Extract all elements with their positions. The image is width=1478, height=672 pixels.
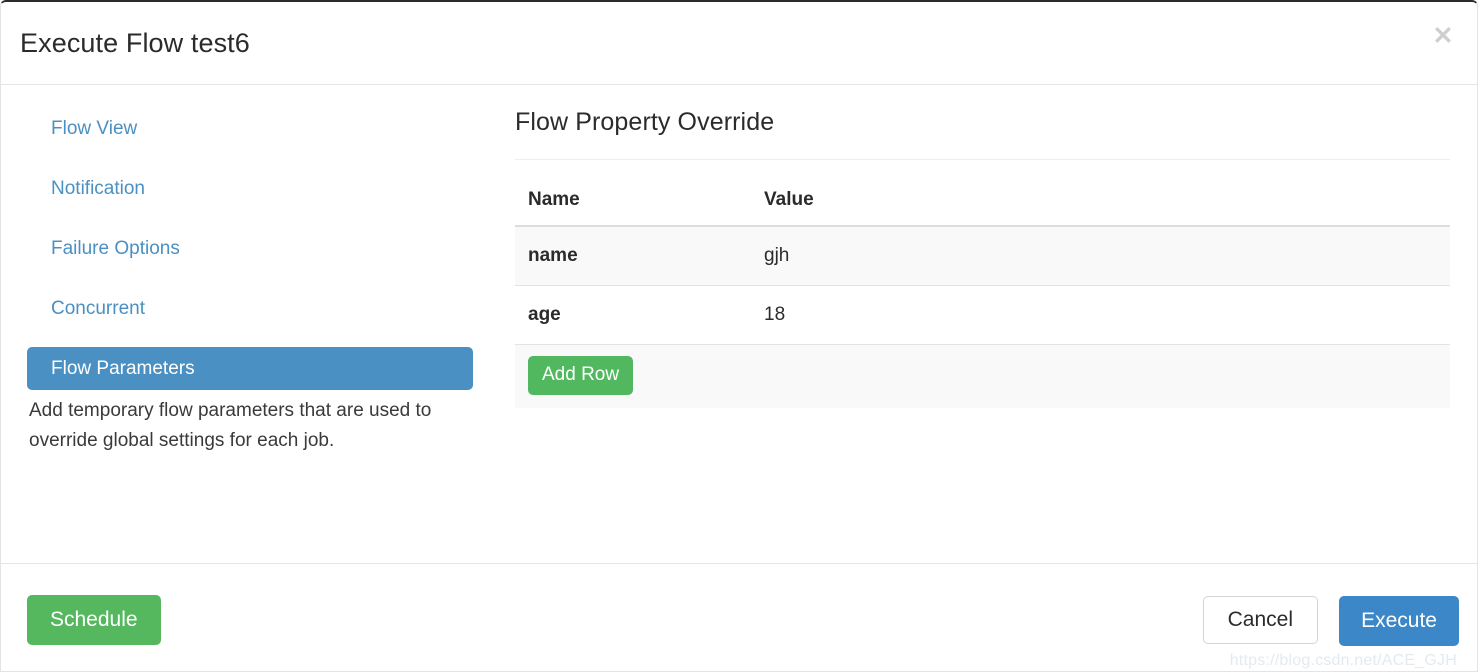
table-header: Name Value [515, 160, 1450, 227]
panel-title: Flow Property Override [515, 108, 775, 136]
watermark-text: https://blog.csdn.net/ACE_GJH [1229, 652, 1457, 669]
add-row-cell: Add Row [515, 344, 1450, 408]
param-name-cell[interactable]: age [515, 285, 751, 345]
add-row-button[interactable]: Add Row [528, 356, 634, 395]
table-row[interactable]: name gjh [515, 226, 1450, 286]
table-row[interactable]: age 18 [515, 285, 1450, 345]
sidebar-item-concurrent[interactable]: Concurrent [27, 287, 473, 330]
settings-sidebar: Flow View Notification Failure Options C… [27, 107, 473, 456]
table-body: name gjh age 18 [515, 226, 1450, 345]
column-header-name: Name [515, 160, 751, 227]
dialog-header: Execute Flow test6 ✕ [1, 2, 1477, 85]
table-header-row: Name Value [515, 160, 1450, 227]
param-value-cell[interactable]: gjh [751, 226, 1450, 286]
param-name-cell[interactable]: name [515, 226, 751, 286]
flow-property-override-panel: Flow Property Override Name Value name g… [515, 107, 1450, 408]
sidebar-description: Add temporary flow parameters that are u… [29, 400, 432, 451]
dialog-body: Flow View Notification Failure Options C… [1, 85, 1477, 563]
cancel-button[interactable]: Cancel [1202, 596, 1318, 644]
dialog-footer: Schedule Cancel Execute https://blog.csd… [1, 563, 1477, 671]
param-value-cell[interactable]: 18 [751, 285, 1450, 345]
flow-parameters-table: Name Value name gjh age 18 Add Row [515, 160, 1450, 408]
close-icon[interactable]: ✕ [1428, 21, 1458, 51]
table-footer: Add Row [515, 344, 1450, 408]
schedule-button[interactable]: Schedule [27, 595, 161, 645]
sidebar-item-notification[interactable]: Notification [27, 167, 473, 210]
sidebar-item-flow-view[interactable]: Flow View [27, 107, 473, 150]
execute-button[interactable]: Execute [1339, 596, 1459, 646]
execute-flow-dialog: Execute Flow test6 ✕ Flow View Notificat… [0, 0, 1478, 672]
sidebar-item-flow-parameters[interactable]: Flow Parameters [27, 347, 473, 390]
column-header-value: Value [751, 160, 1450, 227]
table-footer-row: Add Row [515, 344, 1450, 408]
dialog-title: Execute Flow test6 [20, 28, 250, 58]
sidebar-item-failure-options[interactable]: Failure Options [27, 227, 473, 270]
